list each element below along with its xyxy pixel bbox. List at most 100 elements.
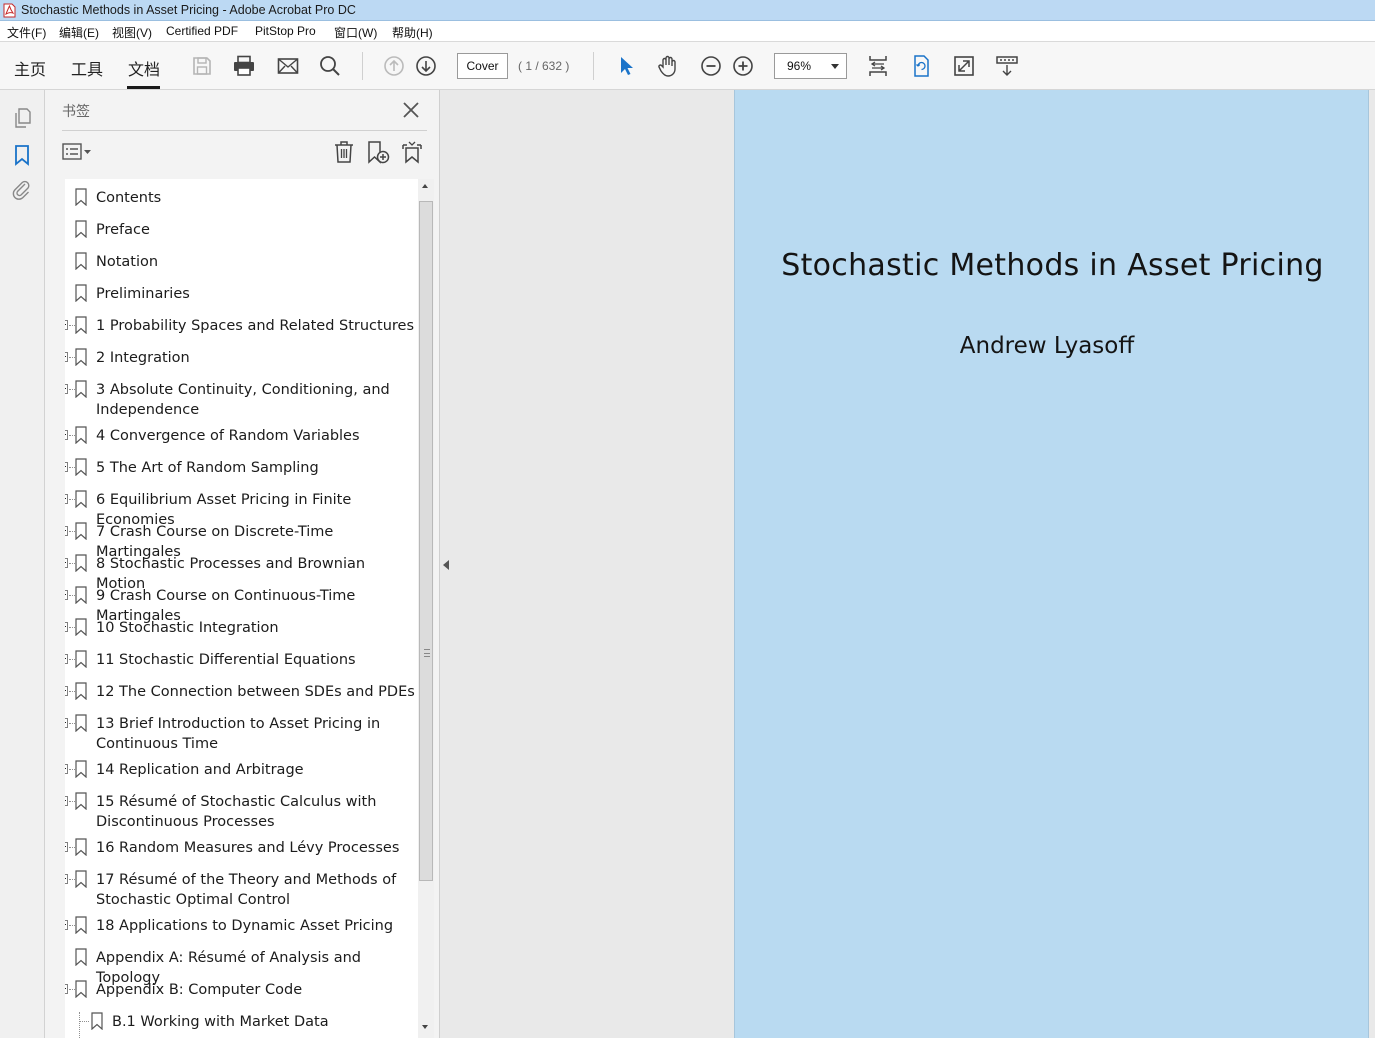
- bookmark-label: 5 The Art of Random Sampling: [96, 460, 319, 476]
- tab-home[interactable]: 主页: [14, 56, 46, 80]
- bookmark-icon: [75, 792, 87, 810]
- bookmark-label: 11 Stochastic Differential Equations: [96, 652, 356, 668]
- bookmark-icon: [75, 838, 87, 856]
- expand-icon[interactable]: [65, 718, 68, 728]
- menu-window[interactable]: 窗口(W): [334, 24, 377, 41]
- fit-page-icon[interactable]: [864, 52, 892, 80]
- bookmarks-panel: 书签 Contents Preface Notation Preliminari…: [45, 90, 440, 1038]
- expand-icon[interactable]: [65, 526, 68, 536]
- expand-icon[interactable]: [65, 842, 68, 852]
- bookmark-icon: [75, 426, 87, 444]
- panel-title: 书签: [62, 103, 90, 119]
- panel-divider: [62, 130, 427, 131]
- email-icon[interactable]: [274, 52, 302, 80]
- zoom-in-icon[interactable]: [729, 52, 757, 80]
- expand-icon[interactable]: [65, 590, 68, 600]
- print-icon[interactable]: [230, 52, 258, 80]
- toolbar-separator: [362, 52, 363, 80]
- expand-bookmark-icon[interactable]: [399, 139, 425, 165]
- bookmark-icon: [75, 948, 87, 966]
- bookmark-tree[interactable]: Contents Preface Notation Preliminaries …: [65, 179, 418, 1038]
- expand-icon[interactable]: [65, 920, 68, 930]
- new-bookmark-icon[interactable]: [365, 139, 391, 165]
- save-icon[interactable]: [188, 52, 216, 80]
- zoom-level-value: 96%: [787, 59, 812, 73]
- bookmark-label: 12 The Connection between SDEs and PDEs: [96, 684, 415, 700]
- page-down-icon[interactable]: [412, 52, 440, 80]
- expand-icon[interactable]: [65, 462, 68, 472]
- page-up-icon[interactable]: [380, 52, 408, 80]
- navigation-rail: [0, 90, 45, 1038]
- expand-icon[interactable]: [65, 796, 68, 806]
- acrobat-app-icon: [3, 3, 16, 18]
- toolbar-separator: [593, 52, 594, 80]
- menu-file[interactable]: 文件(F): [7, 24, 46, 41]
- bookmark-label: Preliminaries: [96, 286, 190, 302]
- bookmark-icon[interactable]: [10, 143, 34, 167]
- expand-icon[interactable]: [65, 686, 68, 696]
- expand-icon[interactable]: [65, 320, 68, 330]
- pdf-page[interactable]: Stochastic Methods in Asset Pricing Andr…: [734, 90, 1369, 1038]
- bookmark-icon: [75, 220, 87, 238]
- scroll-up-icon[interactable]: [422, 184, 428, 188]
- expand-icon[interactable]: [65, 622, 68, 632]
- expand-icon[interactable]: [65, 558, 68, 568]
- menu-help[interactable]: 帮助(H): [392, 24, 433, 41]
- expand-icon[interactable]: [65, 384, 68, 394]
- collapse-icon[interactable]: [65, 984, 68, 994]
- tab-tools[interactable]: 工具: [71, 56, 103, 80]
- expand-icon[interactable]: [65, 352, 68, 362]
- bookmark-icon: [75, 490, 87, 508]
- expand-icon[interactable]: [65, 654, 68, 664]
- search-icon[interactable]: [316, 52, 344, 80]
- bookmark-label: Appendix B: Computer Code: [96, 982, 303, 998]
- zoom-level-dropdown[interactable]: 96%: [774, 53, 847, 79]
- bookmark-label: Notation: [96, 254, 159, 270]
- expand-icon[interactable]: [65, 874, 68, 884]
- menu-bar: 文件(F) 编辑(E) 视图(V) Certified PDF PitStop …: [0, 21, 1375, 42]
- bookmark-label: Preface: [96, 222, 150, 238]
- menu-view[interactable]: 视图(V): [112, 24, 152, 41]
- bookmark-label: 1 Probability Spaces and Related Structu…: [96, 318, 415, 334]
- delete-bookmark-icon[interactable]: [331, 139, 357, 165]
- bookmark-icon: [75, 316, 87, 334]
- bookmark-label: 4 Convergence of Random Variables: [96, 428, 360, 444]
- expand-icon[interactable]: [65, 494, 68, 504]
- bookmark-icon: [75, 522, 87, 540]
- full-screen-icon[interactable]: [950, 52, 978, 80]
- active-tab-indicator: [127, 86, 160, 89]
- bookmark-icon: [75, 682, 87, 700]
- bookmark-label: 2 Integration: [96, 350, 190, 366]
- bookmark-label: B.1 Working with Market Data: [112, 1014, 329, 1030]
- menu-edit[interactable]: 编辑(E): [59, 24, 99, 41]
- rotate-page-icon[interactable]: [907, 52, 935, 80]
- zoom-out-icon[interactable]: [697, 52, 725, 80]
- bookmark-scrollbar[interactable]: [418, 179, 434, 1038]
- pages-icon[interactable]: [10, 106, 34, 130]
- expand-icon[interactable]: [65, 764, 68, 774]
- page-number-input[interactable]: [457, 53, 508, 79]
- bookmark-icon: [91, 1012, 103, 1030]
- attachment-icon[interactable]: [10, 178, 34, 202]
- options-menu-icon[interactable]: [61, 141, 95, 163]
- scroll-thumb[interactable]: [419, 201, 433, 881]
- document-viewer[interactable]: Stochastic Methods in Asset Pricing Andr…: [440, 90, 1375, 1038]
- tab-document[interactable]: 文档: [128, 56, 160, 80]
- bookmark-icon: [75, 458, 87, 476]
- bookmark-icon: [75, 870, 87, 888]
- collapse-panel-icon[interactable]: [443, 560, 449, 570]
- bookmark-label: 16 Random Measures and Lévy Processes: [96, 840, 400, 856]
- tree-connector: [79, 1021, 89, 1022]
- read-mode-icon[interactable]: [993, 52, 1021, 80]
- bookmark-label: 14 Replication and Arbitrage: [96, 762, 304, 778]
- bookmark-icon: [75, 188, 87, 206]
- window-title: Stochastic Methods in Asset Pricing - Ad…: [21, 3, 356, 17]
- menu-pitstop-pro[interactable]: PitStop Pro: [255, 24, 316, 38]
- menu-certified-pdf[interactable]: Certified PDF: [166, 24, 238, 38]
- scroll-down-icon[interactable]: [422, 1025, 428, 1029]
- hand-tool-icon[interactable]: [654, 52, 682, 80]
- expand-icon[interactable]: [65, 430, 68, 440]
- page-count: ( 1 / 632 ): [518, 59, 570, 73]
- select-arrow-icon[interactable]: [612, 52, 640, 80]
- close-icon[interactable]: [401, 100, 421, 120]
